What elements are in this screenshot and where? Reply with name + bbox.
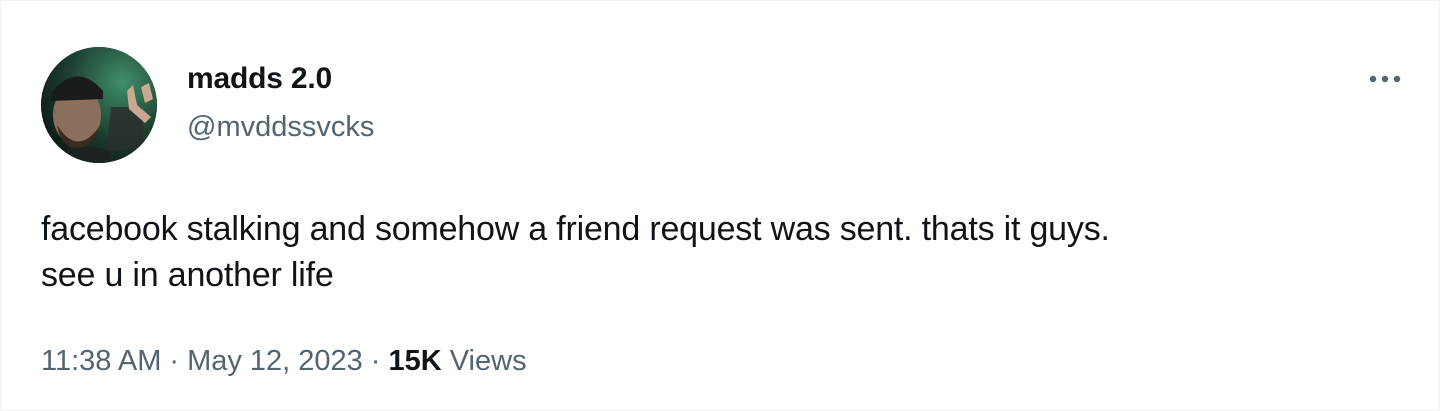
author-block: madds 2.0 @mvddssvcks (187, 61, 374, 144)
meta-separator: · (169, 345, 180, 377)
tweet-time[interactable]: 11:38 AM (41, 345, 161, 377)
views-count: 15K (388, 345, 442, 377)
tweet-card: madds 2.0 @mvddssvcks facebook stalking … (0, 0, 1440, 411)
tweet-date[interactable]: May 12, 2023 (187, 345, 363, 377)
avatar[interactable] (41, 47, 157, 163)
more-horizontal-icon (1369, 75, 1401, 83)
tweet-text: facebook stalking and somehow a friend r… (41, 210, 1110, 294)
avatar-photo-icon (41, 47, 157, 163)
tweet-meta: 11:38 AM · May 12, 2023 · 15K Views (41, 343, 527, 379)
more-options-button[interactable] (1359, 59, 1411, 99)
views-label: Views (449, 345, 527, 377)
display-name[interactable]: madds 2.0 (187, 61, 374, 97)
user-handle[interactable]: @mvddssvcks (187, 110, 374, 144)
meta-separator: · (370, 345, 381, 377)
